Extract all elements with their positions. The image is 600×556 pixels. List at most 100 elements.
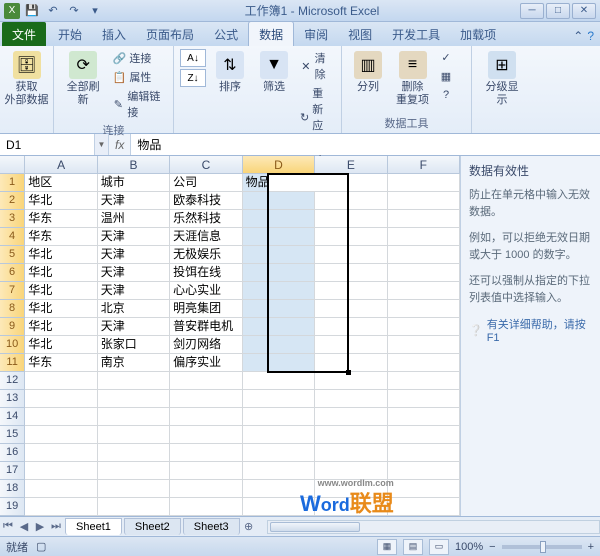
cell[interactable] [388, 264, 460, 282]
cell[interactable] [170, 372, 242, 390]
cell[interactable] [243, 336, 315, 354]
sort-az-button[interactable]: A↓ [180, 49, 206, 67]
cell[interactable]: 华北 [25, 282, 97, 300]
row-10[interactable]: 10 [0, 336, 25, 354]
sort-za-button[interactable]: Z↓ [180, 69, 206, 87]
row-13[interactable]: 13 [0, 390, 25, 408]
select-all-corner[interactable] [0, 156, 25, 173]
cell[interactable] [315, 318, 387, 336]
row-14[interactable]: 14 [0, 408, 25, 426]
cell[interactable]: 华北 [25, 318, 97, 336]
row-17[interactable]: 17 [0, 462, 25, 480]
cell[interactable]: 北京 [98, 300, 170, 318]
cell[interactable] [25, 426, 97, 444]
cell[interactable] [388, 462, 460, 480]
view-pagebreak[interactable]: ▭ [429, 539, 449, 555]
cell[interactable] [243, 372, 315, 390]
row-18[interactable]: 18 [0, 480, 25, 498]
cell[interactable] [243, 426, 315, 444]
hscroll-thumb[interactable] [270, 522, 360, 532]
cell[interactable] [170, 408, 242, 426]
cell[interactable]: 明亮集团 [170, 300, 242, 318]
col-B[interactable]: B [98, 156, 170, 173]
tab-insert[interactable]: 插入 [92, 22, 136, 46]
cell[interactable] [170, 498, 242, 516]
row-9[interactable]: 9 [0, 318, 25, 336]
tab-file[interactable]: 文件 [2, 22, 46, 46]
cell[interactable] [315, 354, 387, 372]
cell[interactable] [388, 354, 460, 372]
cell[interactable] [388, 426, 460, 444]
cell[interactable]: 华东 [25, 354, 97, 372]
cell[interactable]: 华北 [25, 192, 97, 210]
formula-input[interactable]: 物品 [131, 134, 600, 155]
cell[interactable]: 剑刃网络 [170, 336, 242, 354]
cell[interactable] [25, 444, 97, 462]
cell[interactable] [98, 498, 170, 516]
cell[interactable] [315, 444, 387, 462]
cell[interactable] [98, 408, 170, 426]
cell[interactable] [25, 480, 97, 498]
tab-formula[interactable]: 公式 [204, 22, 248, 46]
row-7[interactable]: 7 [0, 282, 25, 300]
cell[interactable] [388, 246, 460, 264]
cell[interactable] [98, 390, 170, 408]
cell[interactable]: 天津 [98, 264, 170, 282]
cell[interactable] [243, 480, 315, 498]
get-external-data-button[interactable]: 🗄 获取 外部数据 [6, 49, 47, 109]
properties-button[interactable]: 📋属性 [110, 68, 167, 86]
cell[interactable] [315, 192, 387, 210]
qat-dd-icon[interactable]: ▾ [86, 2, 104, 20]
data-validation-button[interactable]: ✓ [437, 49, 455, 65]
cell[interactable] [98, 426, 170, 444]
cell[interactable] [315, 210, 387, 228]
cell[interactable] [315, 300, 387, 318]
tab-review[interactable]: 审阅 [294, 22, 338, 46]
cell[interactable] [170, 390, 242, 408]
cell[interactable] [243, 354, 315, 372]
cell[interactable] [243, 462, 315, 480]
close-button[interactable]: ✕ [572, 3, 596, 19]
cell[interactable] [315, 498, 387, 516]
cell[interactable]: 天津 [98, 246, 170, 264]
cell[interactable] [243, 282, 315, 300]
cell[interactable] [98, 480, 170, 498]
cell[interactable] [243, 264, 315, 282]
filter-button[interactable]: ▼ 筛选 [254, 49, 294, 96]
row-2[interactable]: 2 [0, 192, 25, 210]
sheet-nav-first[interactable]: ⏮ [0, 520, 16, 533]
macro-rec-icon[interactable]: ▢ [36, 540, 46, 553]
cell[interactable]: 无极娱乐 [170, 246, 242, 264]
cell[interactable] [388, 300, 460, 318]
tab-dev[interactable]: 开发工具 [382, 22, 450, 46]
cell[interactable] [243, 246, 315, 264]
cell[interactable] [170, 462, 242, 480]
cell[interactable]: 天涯信息 [170, 228, 242, 246]
sheet-tab-1[interactable]: Sheet1 [65, 518, 122, 535]
cell[interactable] [315, 246, 387, 264]
cell[interactable] [315, 462, 387, 480]
zoom-out[interactable]: − [489, 541, 495, 553]
row-8[interactable]: 8 [0, 300, 25, 318]
whatif-button[interactable]: ? [437, 87, 455, 103]
cell[interactable]: 天津 [98, 192, 170, 210]
remove-dup-button[interactable]: ≡ 删除 重复项 [392, 49, 433, 109]
fx-icon[interactable]: fx [115, 138, 124, 152]
tab-addin[interactable]: 加载项 [450, 22, 506, 46]
hscroll[interactable] [267, 520, 600, 534]
cell[interactable]: 华东 [25, 228, 97, 246]
row-5[interactable]: 5 [0, 246, 25, 264]
cell[interactable]: 物品 [243, 174, 315, 192]
cell[interactable] [98, 444, 170, 462]
cell[interactable] [170, 444, 242, 462]
cell[interactable]: 华北 [25, 336, 97, 354]
cell[interactable]: 乐然科技 [170, 210, 242, 228]
tab-home[interactable]: 开始 [48, 22, 92, 46]
cell[interactable]: 温州 [98, 210, 170, 228]
qat-redo-icon[interactable]: ↷ [65, 2, 83, 20]
qat-save-icon[interactable]: 💾 [23, 2, 41, 20]
cell[interactable] [243, 408, 315, 426]
sheet-nav-last[interactable]: ⏭ [48, 520, 64, 533]
zoom-slider[interactable] [502, 545, 582, 549]
cell[interactable] [25, 498, 97, 516]
